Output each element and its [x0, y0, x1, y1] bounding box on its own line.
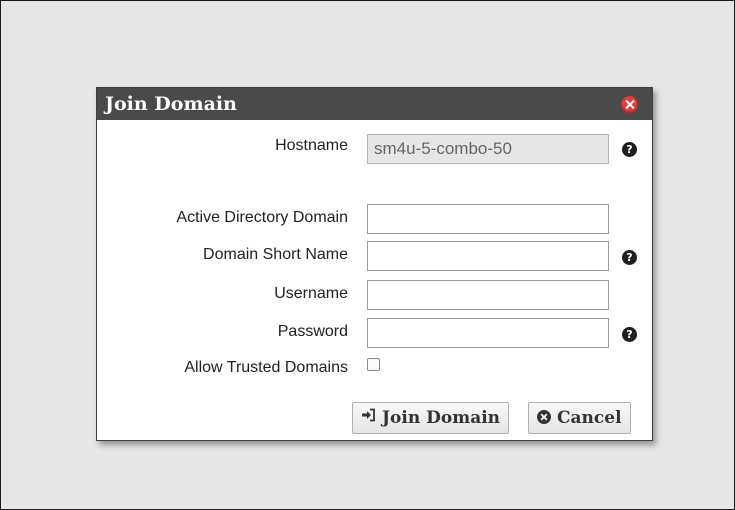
hostname-label: Hostname: [275, 137, 348, 154]
sign-in-icon: [361, 402, 376, 432]
dialog-title: Join Domain: [105, 93, 237, 115]
join-domain-button[interactable]: Join Domain: [352, 402, 510, 434]
short-name-field[interactable]: [367, 241, 609, 271]
username-field[interactable]: [367, 280, 609, 310]
join-domain-button-label: Join Domain: [382, 408, 501, 428]
password-help-icon[interactable]: ?: [622, 327, 637, 342]
cancel-button-label: Cancel: [557, 408, 622, 428]
hostname-help-icon[interactable]: ?: [622, 142, 637, 157]
password-label: Password: [277, 323, 348, 340]
hostname-field[interactable]: [367, 134, 609, 164]
short-name-help-icon[interactable]: ?: [622, 250, 637, 265]
allow-trusted-label: Allow Trusted Domains: [184, 359, 348, 376]
close-icon[interactable]: [621, 96, 638, 113]
cancel-button[interactable]: Cancel: [528, 402, 631, 434]
ad-domain-field[interactable]: [367, 204, 609, 234]
times-circle-icon: [537, 409, 551, 424]
short-name-label: Domain Short Name: [203, 246, 348, 263]
allow-trusted-checkbox[interactable]: [367, 358, 380, 371]
username-label: Username: [274, 285, 348, 302]
dialog-titlebar: Join Domain: [97, 88, 652, 120]
join-domain-dialog: Join Domain Hostname ? Active Directory …: [96, 87, 653, 441]
ad-domain-label: Active Directory Domain: [176, 209, 348, 226]
password-field[interactable]: [367, 318, 609, 348]
screen-background: Join Domain Hostname ? Active Directory …: [0, 0, 735, 510]
